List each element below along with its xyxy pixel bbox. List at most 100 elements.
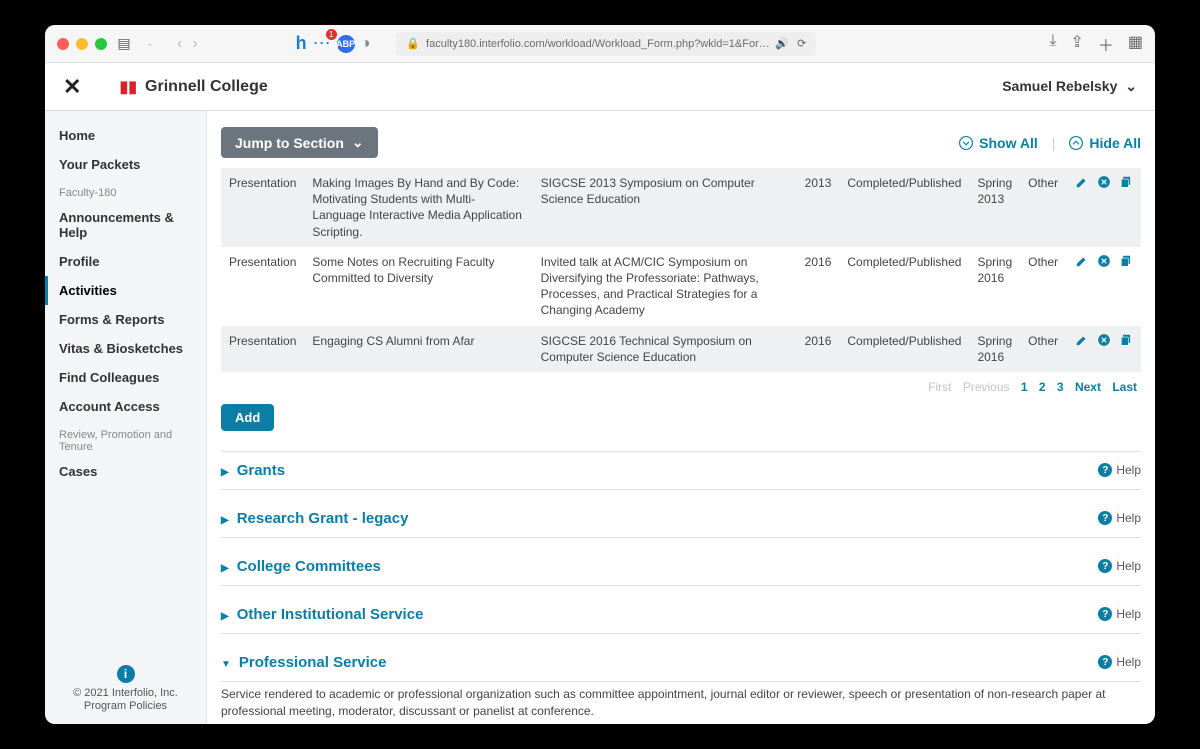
help-icon: ? [1098, 559, 1112, 573]
shield-icon[interactable]: ◑ [361, 35, 371, 53]
cell-semester: Spring 2016 [969, 247, 1020, 326]
sidebar-item-your-packets[interactable]: Your Packets [45, 150, 206, 179]
user-menu[interactable]: Samuel Rebelsky ⌄ [1002, 78, 1137, 95]
cell-title: Some Notes on Recruiting Faculty Committ… [304, 247, 532, 326]
honey-extension-icon[interactable]: h [296, 33, 307, 54]
section-grants-toggle[interactable]: Grants [221, 462, 285, 479]
cell-status: Completed/Published [839, 168, 969, 247]
cell-year: 2016 [797, 326, 840, 372]
edit-icon[interactable] [1075, 175, 1089, 194]
close-window-icon[interactable] [57, 38, 69, 50]
help-link-other-inst[interactable]: ?Help [1098, 607, 1141, 621]
sidebar-item-activities[interactable]: Activities [45, 276, 206, 305]
sidebar-section-faculty180: Faculty-180 [45, 179, 206, 203]
sidebar-item-account-access[interactable]: Account Access [45, 392, 206, 421]
cell-type: Presentation [221, 247, 304, 326]
copy-icon[interactable] [1119, 333, 1133, 352]
cell-type: Presentation [221, 168, 304, 247]
tabs-icon[interactable]: ▦ [1128, 32, 1143, 56]
delete-icon[interactable] [1097, 175, 1111, 194]
back-button[interactable]: ‹ [177, 35, 182, 53]
cell-actions [1066, 247, 1141, 326]
program-policies-link[interactable]: Program Policies [45, 700, 206, 712]
help-link-legacy[interactable]: ?Help [1098, 511, 1141, 525]
new-tab-icon[interactable]: ＋ [1098, 32, 1114, 56]
jump-to-section-button[interactable]: Jump to Section ⌄ [221, 127, 378, 158]
page-2[interactable]: 2 [1039, 380, 1046, 394]
triangle-right-icon [221, 558, 229, 575]
help-link-grants[interactable]: ?Help [1098, 463, 1141, 477]
cell-category: Other [1020, 326, 1066, 372]
page-first[interactable]: First [928, 380, 951, 394]
main-layout: Home Your Packets Faculty-180 Announceme… [45, 111, 1155, 724]
lock-icon: 🔒 [406, 37, 420, 50]
sidebar-item-announcements[interactable]: Announcements & Help [45, 203, 206, 247]
edit-icon[interactable] [1075, 254, 1089, 273]
section-professional-toggle[interactable]: Professional Service [221, 654, 386, 671]
content-toolbar: Jump to Section ⌄ Show All | Hide All [221, 127, 1141, 158]
help-link-committees[interactable]: ?Help [1098, 559, 1141, 573]
reader-icon[interactable]: 🔊 [775, 37, 789, 50]
address-bar[interactable]: 🔒 faculty180.interfolio.com/workload/Wor… [396, 32, 816, 56]
sidebar-item-find-colleagues[interactable]: Find Colleagues [45, 363, 206, 392]
sidebar-item-vitas[interactable]: Vitas & Biosketches [45, 334, 206, 363]
sidebar-item-home[interactable]: Home [45, 121, 206, 150]
forward-button[interactable]: › [192, 35, 197, 53]
collapse-up-icon [1069, 136, 1083, 150]
cell-type: Presentation [221, 326, 304, 372]
presentations-table: PresentationMaking Images By Hand and By… [221, 168, 1141, 372]
chevron-down-icon: ⌄ [1125, 78, 1137, 94]
extension-badge-icon[interactable]: ⋯ [313, 33, 331, 54]
brand-name: Grinnell College [145, 78, 268, 96]
help-icon: ? [1098, 463, 1112, 477]
page-next[interactable]: Next [1075, 380, 1101, 394]
sidebar-item-cases[interactable]: Cases [45, 457, 206, 486]
sidebar: Home Your Packets Faculty-180 Announceme… [45, 111, 207, 724]
user-name: Samuel Rebelsky [1002, 78, 1117, 94]
delete-icon[interactable] [1097, 254, 1111, 273]
traffic-lights [57, 38, 107, 50]
cell-title: Making Images By Hand and By Code: Motiv… [304, 168, 532, 247]
cell-venue: SIGCSE 2013 Symposium on Computer Scienc… [533, 168, 797, 247]
show-all-button[interactable]: Show All [959, 135, 1038, 151]
sidebar-item-forms-reports[interactable]: Forms & Reports [45, 305, 206, 334]
page-3[interactable]: 3 [1057, 380, 1064, 394]
download-icon[interactable]: ⤓ [1049, 32, 1056, 56]
section-other-inst-toggle[interactable]: Other Institutional Service [221, 606, 423, 623]
cell-category: Other [1020, 168, 1066, 247]
hide-all-button[interactable]: Hide All [1069, 135, 1141, 151]
abp-extension-icon[interactable]: ABP [337, 35, 355, 53]
brand-logo-icon: ▮▮ [119, 77, 137, 97]
jump-to-section-label: Jump to Section [235, 135, 344, 151]
maximize-window-icon[interactable] [95, 38, 107, 50]
table-row: PresentationSome Notes on Recruiting Fac… [221, 247, 1141, 326]
info-icon[interactable]: i [117, 665, 135, 683]
cell-status: Completed/Published [839, 247, 969, 326]
page-1[interactable]: 1 [1021, 380, 1028, 394]
copy-icon[interactable] [1119, 254, 1133, 273]
pagination: First Previous 1 2 3 Next Last [221, 372, 1141, 394]
cell-year: 2013 [797, 168, 840, 247]
add-button[interactable]: Add [221, 404, 274, 431]
delete-icon[interactable] [1097, 333, 1111, 352]
section-committees-toggle[interactable]: College Committees [221, 558, 381, 575]
copy-icon[interactable] [1119, 175, 1133, 194]
close-panel-button[interactable]: ✕ [63, 74, 81, 100]
dropdown-icon[interactable]: ⌄ [141, 38, 159, 49]
table-row: PresentationMaking Images By Hand and By… [221, 168, 1141, 247]
help-link-professional[interactable]: ?Help [1098, 655, 1141, 669]
share-icon[interactable]: ⇪ [1070, 32, 1083, 56]
sidebar-item-profile[interactable]: Profile [45, 247, 206, 276]
cell-venue: Invited talk at ACM/CIC Symposium on Div… [533, 247, 797, 326]
page-previous[interactable]: Previous [963, 380, 1010, 394]
reload-icon[interactable]: ⟳ [797, 37, 806, 50]
titlebar: ▤ ⌄ ‹ › h ⋯ ABP ◑ 🔒 faculty180.interfoli… [45, 25, 1155, 63]
help-icon: ? [1098, 655, 1112, 669]
sidebar-toggle-icon[interactable]: ▤ [115, 35, 133, 52]
page-last[interactable]: Last [1112, 380, 1137, 394]
minimize-window-icon[interactable] [76, 38, 88, 50]
section-legacy-toggle[interactable]: Research Grant - legacy [221, 510, 408, 527]
app-header: ✕ ▮▮ Grinnell College Samuel Rebelsky ⌄ [45, 63, 1155, 111]
edit-icon[interactable] [1075, 333, 1089, 352]
cell-status: Completed/Published [839, 326, 969, 372]
